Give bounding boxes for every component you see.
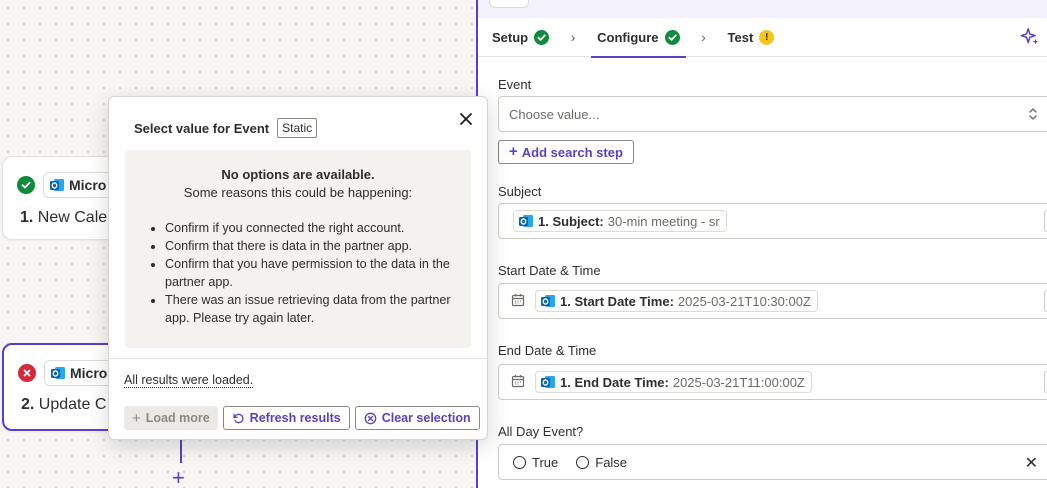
list-item: There was an issue retrieving data from … (165, 291, 471, 327)
close-icon[interactable] (459, 109, 473, 129)
chevron-right-icon: › (570, 29, 576, 45)
button-label: Load more (145, 411, 210, 425)
results-loaded-text: All results were loaded. (124, 373, 254, 388)
select-value-popover: Select value for Event Static No options… (108, 96, 488, 440)
warning-icon: ! (759, 29, 775, 45)
calendar-icon[interactable] (511, 374, 525, 391)
empty-state-message: No options are available. Some reasons t… (125, 150, 471, 348)
start-date-mapped-pill[interactable]: 1. Start Date Time: 2025-03-21T10:30:00Z (535, 290, 818, 312)
step-number: 1. (20, 209, 34, 226)
list-item: Confirm that there is data in the partne… (165, 237, 471, 255)
app-name: Micro (70, 365, 108, 381)
step-card-header: Micro (18, 360, 115, 386)
clear-icon[interactable]: ✕ (1025, 453, 1038, 473)
event-label: Event (498, 77, 532, 92)
end-date-label: End Date & Time (498, 343, 597, 358)
plus-icon[interactable]: + (172, 467, 185, 488)
divider (109, 358, 487, 359)
plus-icon: + (132, 409, 141, 427)
step-title: 1. New Caler (20, 209, 112, 227)
tab-label: Test (727, 29, 754, 45)
add-search-step-button[interactable]: + Add search step (498, 140, 634, 164)
radio-circle[interactable] (513, 455, 526, 469)
load-more-button[interactable]: + Load more (124, 406, 218, 430)
event-select[interactable]: Choose value... (498, 96, 1047, 132)
all-day-field: True False ✕ (498, 444, 1047, 480)
tab-label: Setup (492, 29, 529, 45)
tab-configure[interactable]: Configure (591, 18, 686, 58)
static-badge: Static (277, 118, 318, 138)
panel-app-icon-tab (489, 0, 529, 8)
start-date-label: Start Date & Time (498, 263, 601, 278)
step-editor-panel: Setup › Configure › Test ! Event Choose … (476, 0, 1047, 488)
subject-field[interactable]: 1. Subject: 30-min meeting - sr (498, 203, 1047, 239)
subject-mapped-pill[interactable]: 1. Subject: 30-min meeting - sr (513, 210, 727, 232)
start-date-field[interactable]: 1. Start Date Time: 2025-03-21T10:30:00Z (498, 283, 1047, 319)
tab-label: Configure (597, 29, 659, 45)
error-x-icon (18, 364, 36, 382)
success-check-icon (17, 176, 35, 194)
empty-heading: No options are available. (125, 166, 471, 184)
pill-key: 1. Subject: (538, 213, 604, 229)
outlook-icon (541, 376, 555, 388)
tab-test[interactable]: Test ! (726, 18, 777, 57)
clear-selection-button[interactable]: Clear selection (354, 406, 480, 430)
popover-title: Select value for Event Static (134, 118, 318, 138)
empty-subheading: Some reasons this could be happening: (183, 185, 413, 200)
clear-circle-x-icon (364, 412, 377, 424)
step-tabs: Setup › Configure › Test ! (478, 18, 1047, 58)
popover-title-text: Select value for Event (134, 120, 270, 136)
pill-value: 2025-03-21T10:30:00Z (677, 293, 811, 309)
end-date-field[interactable]: 1. End Date Time: 2025-03-21T11:00:00Z (498, 364, 1047, 400)
step-title: 2. Update C (21, 396, 106, 414)
app-chip: Micro (43, 172, 114, 198)
app-name: Micro (69, 177, 107, 193)
outlook-icon (50, 179, 64, 191)
reasons-list: Confirm if you connected the right accou… (165, 219, 471, 327)
tab-setup[interactable]: Setup (490, 18, 551, 57)
empty-heading-text: No options are available. (221, 167, 375, 182)
list-item: Confirm that you have permission to the … (165, 255, 471, 291)
radio-label: False (595, 454, 628, 470)
outlook-icon (541, 295, 555, 307)
radio-false[interactable]: False (576, 455, 627, 470)
chevron-up-down-icon (1028, 106, 1038, 125)
chevron-right-icon: › (701, 29, 706, 45)
pill-key: 1. End Date Time: (560, 374, 669, 390)
button-label: Clear selection (381, 411, 471, 425)
check-icon (534, 29, 550, 45)
app-chip: Micro (44, 360, 115, 386)
step-title-text: New Caler (37, 209, 113, 226)
radio-label: True (532, 454, 559, 470)
panel-header-strip (478, 0, 1047, 18)
plus-icon: + (509, 143, 518, 160)
step-title-text: Update C (38, 396, 107, 413)
button-label: Add search step (521, 144, 623, 160)
refresh-results-button[interactable]: Refresh results (222, 406, 350, 430)
sparkle-ai-icon[interactable] (1019, 26, 1041, 51)
end-date-mapped-pill[interactable]: 1. End Date Time: 2025-03-21T11:00:00Z (535, 371, 812, 393)
pill-value: 2025-03-21T11:00:00Z (672, 374, 805, 390)
calendar-icon[interactable] (511, 293, 525, 310)
button-label: Refresh results (249, 411, 341, 425)
radio-true[interactable]: True (513, 455, 558, 470)
radio-circle[interactable] (576, 455, 590, 469)
step-number: 2. (21, 396, 35, 413)
refresh-icon (233, 413, 244, 423)
subject-label: Subject (498, 184, 542, 199)
check-icon (664, 29, 680, 45)
popover-actions: + Load more Refresh results Clear select… (124, 406, 480, 430)
pill-value: 30-min meeting - sr (607, 213, 720, 229)
pill-key: 1. Start Date Time: (560, 293, 674, 309)
step-card-header: Micro (17, 172, 114, 198)
event-placeholder: Choose value... (509, 106, 600, 122)
list-item: Confirm if you connected the right accou… (165, 219, 471, 237)
outlook-icon (51, 367, 65, 379)
outlook-icon (519, 215, 533, 227)
all-day-label: All Day Event? (498, 424, 584, 439)
